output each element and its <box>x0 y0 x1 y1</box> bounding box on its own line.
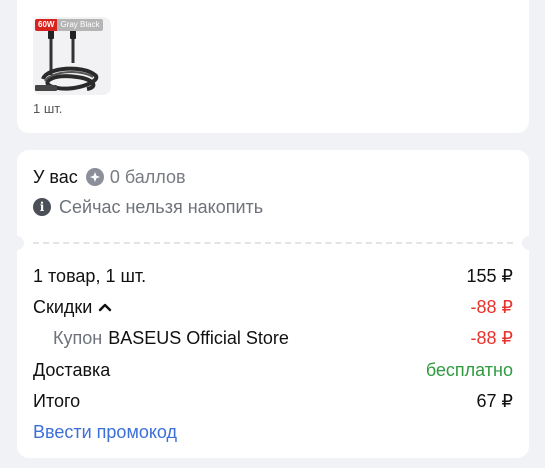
total-label: Итого <box>33 390 81 411</box>
chevron-up-icon <box>99 303 112 312</box>
divider-notch-right <box>522 236 536 250</box>
enter-promo-code-link[interactable]: Ввести промокод <box>33 422 177 443</box>
product-quantity: 1 шт. <box>33 101 63 116</box>
info-icon: i <box>33 198 51 216</box>
product-thumbnail[interactable]: 60W Gray Black <box>33 17 111 95</box>
power-badge: 60W <box>35 19 58 31</box>
points-notice: i Сейчас нельзя накопить <box>33 195 263 219</box>
delivery-label: Доставка <box>33 359 111 380</box>
points-balance: У вас 0 баллов <box>33 165 186 189</box>
coupon-value: -88 ₽ <box>470 327 513 348</box>
points-prefix: У вас <box>33 166 78 187</box>
items-total-value: 155 ₽ <box>466 265 514 286</box>
coupon-label: Купон BASEUS Official Store <box>53 328 289 349</box>
total-value: 67 ₽ <box>476 390 513 411</box>
coupon-row: Купон BASEUS Official Store -88 ₽ <box>33 326 513 350</box>
color-badge: Gray Black <box>57 19 103 31</box>
product-badge: 60W Gray Black <box>35 19 103 31</box>
dashed-divider <box>10 236 536 250</box>
total-row: Итого 67 ₽ <box>33 389 513 413</box>
items-total-label: 1 товар, 1 шт. <box>33 265 147 286</box>
coupon-store-name: BASEUS Official Store <box>108 327 289 348</box>
discounts-toggle[interactable]: Скидки <box>33 297 112 318</box>
order-items-card: 60W Gray Black 1 шт. <box>17 0 529 133</box>
points-value: 0 баллов <box>109 166 186 187</box>
coupon-label-prefix: Купон <box>53 327 103 348</box>
discounts-label: Скидки <box>33 296 93 317</box>
points-coin-icon <box>85 168 104 186</box>
order-summary-card: У вас 0 баллов i Сейчас нельзя накопить … <box>10 150 536 458</box>
points-notice-text: Сейчас нельзя накопить <box>59 196 264 217</box>
delivery-value: бесплатно <box>425 359 513 380</box>
divider-dash <box>33 242 513 244</box>
discounts-value: -88 ₽ <box>470 296 513 317</box>
items-total-row: 1 товар, 1 шт. 155 ₽ <box>33 264 513 288</box>
discounts-row[interactable]: Скидки -88 ₽ <box>33 295 513 319</box>
divider-notch-left <box>10 236 24 250</box>
delivery-row: Доставка бесплатно <box>33 358 513 382</box>
